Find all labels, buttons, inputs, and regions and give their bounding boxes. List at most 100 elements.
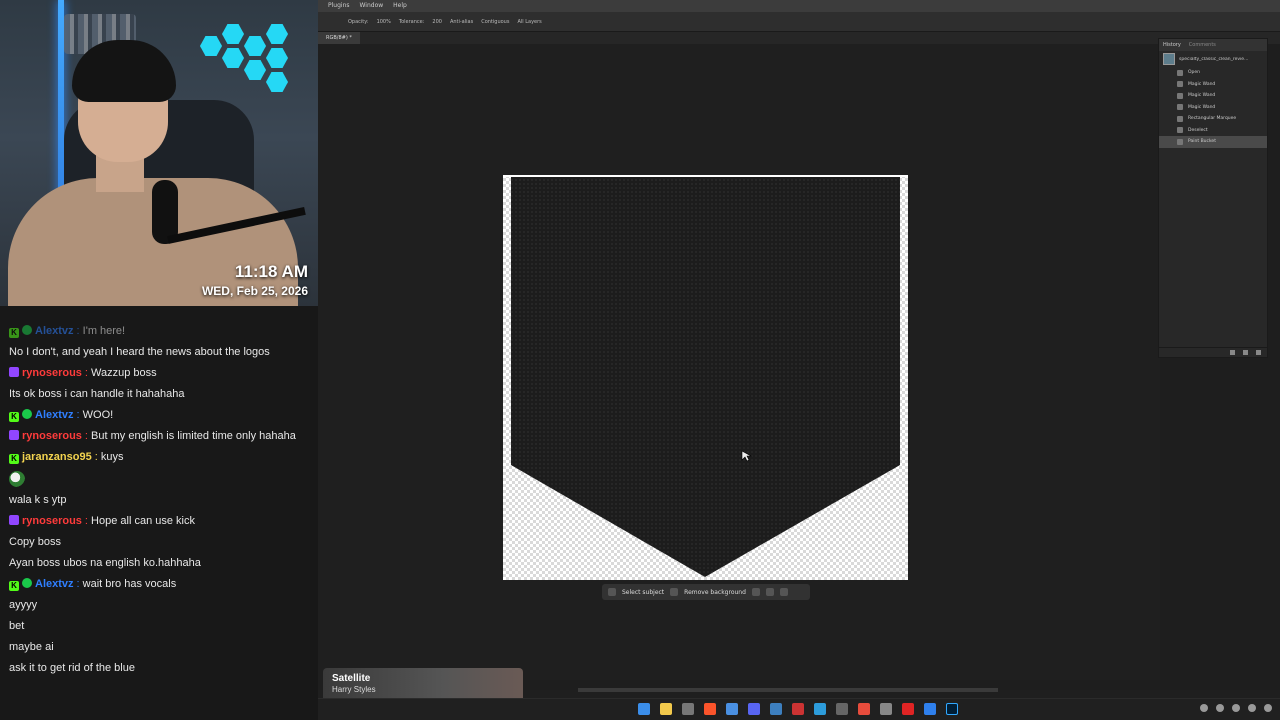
- contiguous-checkbox[interactable]: Contiguous: [481, 19, 509, 25]
- more-options-icon[interactable]: [779, 588, 788, 596]
- chat-message: ask it to get rid of the blue: [9, 661, 309, 676]
- chat-message: rynoserous: But my english is limited ti…: [9, 429, 309, 444]
- chat-text: kuys: [100, 451, 124, 463]
- antialias-checkbox[interactable]: Anti-alias: [450, 19, 473, 25]
- kick-badge-icon: K: [9, 412, 19, 422]
- history-item[interactable]: Paint Bucket: [1159, 136, 1267, 148]
- remove-background-button[interactable]: Remove background: [684, 589, 746, 596]
- app-icon[interactable]: [682, 703, 694, 715]
- volume-icon[interactable]: [1232, 704, 1240, 712]
- history-item[interactable]: Rectangular Marquee: [1159, 113, 1267, 125]
- chat-message: Ayan boss ubos na english ko.hahhaha: [9, 556, 309, 571]
- canvas-area[interactable]: Select subject Remove background: [318, 44, 1160, 680]
- tab-history[interactable]: History: [1163, 39, 1181, 51]
- chat-username[interactable]: rynoserous: [22, 367, 82, 379]
- webcam-feed: 11:18 AM WED, Feb 25, 2026: [0, 0, 318, 306]
- select-subject-button[interactable]: Select subject: [622, 589, 664, 596]
- chat-message: K Alextvz: wait bro has vocals: [9, 577, 309, 592]
- menu-plugins[interactable]: Plugins: [328, 0, 350, 12]
- chat-message: Its ok boss i can handle it hahahaha: [9, 387, 309, 402]
- wifi-icon[interactable]: [1216, 704, 1224, 712]
- history-item[interactable]: Magic Wand: [1159, 102, 1267, 114]
- new-document-icon[interactable]: [1230, 350, 1235, 355]
- chat-username[interactable]: Alextvz: [35, 578, 74, 590]
- history-item-label: Deselect: [1188, 127, 1208, 133]
- chat-text: Wazzup boss: [91, 367, 157, 379]
- opacity-label: Opacity:: [348, 18, 369, 25]
- tolerance-field[interactable]: 200: [432, 19, 442, 25]
- history-item[interactable]: Deselect: [1159, 125, 1267, 137]
- kick-badge-icon: K: [9, 328, 19, 338]
- trash-icon[interactable]: [1256, 350, 1261, 355]
- history-item[interactable]: Magic Wand: [1159, 79, 1267, 91]
- start-icon[interactable]: [638, 703, 650, 715]
- history-snapshot[interactable]: specialty_classic_clean_revie...: [1159, 51, 1267, 67]
- chat-text: Its ok boss i can handle it hahahaha: [9, 388, 185, 400]
- steam-icon[interactable]: [770, 703, 782, 715]
- app-icon[interactable]: [836, 703, 848, 715]
- history-step-icon: [1177, 81, 1183, 88]
- history-step-icon: [1177, 127, 1183, 134]
- file-explorer-icon[interactable]: [660, 703, 672, 715]
- history-item-label: Magic Wand: [1188, 81, 1216, 87]
- chat-message: rynoserous: Wazzup boss: [9, 366, 309, 381]
- history-item[interactable]: Magic Wand: [1159, 90, 1267, 102]
- horizontal-scrollbar[interactable]: [578, 688, 998, 692]
- chat-text: Ayan boss ubos na english ko.hahhaha: [9, 557, 201, 569]
- verified-badge-icon: [22, 578, 32, 588]
- app-icon[interactable]: [792, 703, 804, 715]
- notification-icon[interactable]: [1264, 704, 1272, 712]
- emote-icon: [9, 471, 25, 487]
- chat-text: I'm here!: [82, 325, 126, 337]
- app-icon[interactable]: [726, 703, 738, 715]
- document-tab[interactable]: RGB/8#) *: [318, 32, 360, 44]
- chat-message: [9, 471, 309, 491]
- drag-handle-icon[interactable]: [608, 588, 616, 596]
- twitch-badge-icon: [9, 430, 19, 440]
- snapshot-label: specialty_classic_clean_revie...: [1179, 56, 1249, 62]
- photoshop-icon[interactable]: [946, 703, 958, 715]
- chat-message: K Alextvz: WOO!: [9, 408, 309, 423]
- hex-light-icon: [222, 48, 244, 68]
- app-icon[interactable]: [858, 703, 870, 715]
- artboard-canvas[interactable]: [503, 175, 908, 580]
- hex-light-icon: [244, 60, 266, 80]
- menu-window[interactable]: Window: [360, 0, 384, 12]
- chat-username[interactable]: jaranzanso95: [22, 451, 92, 463]
- app-icon[interactable]: [814, 703, 826, 715]
- camera-icon[interactable]: [1243, 350, 1248, 355]
- panel-footer: [1159, 347, 1267, 357]
- chevron-up-icon[interactable]: [1200, 704, 1208, 712]
- transform-icon[interactable]: [751, 588, 760, 596]
- chat-text: wait bro has vocals: [82, 578, 177, 590]
- menu-bar: Plugins Window Help: [318, 0, 1280, 12]
- history-step-icon: [1177, 115, 1183, 122]
- menu-help[interactable]: Help: [393, 0, 407, 12]
- history-item-label: Open: [1188, 70, 1201, 76]
- tab-comments[interactable]: Comments: [1189, 39, 1216, 51]
- history-step-icon: [1177, 104, 1183, 111]
- battery-icon[interactable]: [1248, 704, 1256, 712]
- chat-text: No I don't, and yeah I heard the news ab…: [9, 346, 270, 358]
- mask-icon[interactable]: [765, 588, 774, 596]
- chat-message: rynoserous: Hope all can use kick: [9, 514, 309, 529]
- chat-text: ask it to get rid of the blue: [9, 662, 135, 674]
- youtube-icon[interactable]: [902, 703, 914, 715]
- chat-username[interactable]: rynoserous: [22, 515, 82, 527]
- remove-background-icon: [670, 588, 679, 596]
- chat-username[interactable]: Alextvz: [35, 325, 74, 337]
- history-item-label: Paint Bucket: [1188, 139, 1216, 145]
- all-layers-checkbox[interactable]: All Layers: [517, 19, 541, 25]
- history-item[interactable]: Open: [1159, 67, 1267, 79]
- twitch-badge-icon: [9, 367, 19, 377]
- discord-icon[interactable]: [748, 703, 760, 715]
- app-icon[interactable]: [924, 703, 936, 715]
- app-icon[interactable]: [880, 703, 892, 715]
- history-step-icon: [1177, 92, 1183, 99]
- chat-message: Copy boss: [9, 535, 309, 550]
- hex-light-icon: [244, 36, 266, 56]
- brave-icon[interactable]: [704, 703, 716, 715]
- chat-username[interactable]: rynoserous: [22, 430, 82, 442]
- chat-username[interactable]: Alextvz: [35, 409, 74, 421]
- opacity-field[interactable]: 100%: [377, 19, 391, 25]
